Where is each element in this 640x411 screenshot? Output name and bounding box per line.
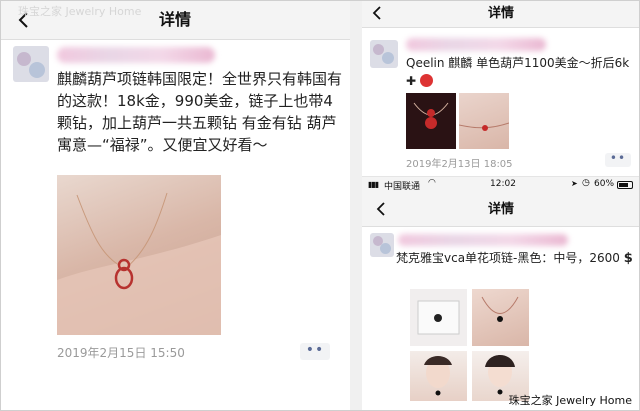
battery-percent: 60%: [594, 179, 615, 189]
post-thumbnail-3[interactable]: [410, 351, 467, 401]
user-name-blurred[interactable]: [398, 234, 568, 246]
status-time: 12:02: [490, 179, 516, 189]
location-icon: ➤: [571, 179, 578, 188]
post-photo[interactable]: [57, 175, 221, 335]
user-name-blurred[interactable]: [406, 38, 546, 51]
post-thumbnail-1[interactable]: [410, 289, 467, 346]
post-timestamp: 2019年2月15日 15:50: [57, 346, 185, 360]
avatar[interactable]: [370, 40, 398, 68]
right-bottom-post-panel: ▮▮▮ 中国联通 ◠ 12:02 ➤ ◷ 60% 详情 梵克雅宝vca单花项链-…: [362, 176, 640, 411]
dollar-icon: $: [623, 251, 633, 266]
post-thumbnail-2[interactable]: [459, 93, 509, 149]
jewelry-box-image: [417, 300, 460, 335]
necklace-hand-image: [57, 192, 221, 335]
alarm-icon: ◷: [582, 178, 590, 188]
user-name-blurred[interactable]: [57, 47, 215, 63]
post-text-body: Qeelin 麒麟 单色葫芦1100美金～折后6k: [406, 56, 630, 70]
bracelet-wrist-image: [459, 122, 509, 131]
more-actions-button[interactable]: ••: [300, 343, 330, 360]
more-actions-button[interactable]: ••: [605, 152, 631, 167]
avatar[interactable]: [13, 46, 49, 82]
phone-status-bar: ▮▮▮ 中国联通 ◠ 12:02 ➤ ◷ 60%: [362, 177, 640, 193]
post-thumbnail-2[interactable]: [472, 289, 529, 346]
watermark-top: 珠宝之家 Jewelry Home: [18, 5, 142, 18]
navigation-bar: 详情: [362, 0, 640, 28]
red-pendant-image: [413, 102, 449, 129]
plus-icon: ✚: [406, 74, 417, 88]
page-title: 详情: [487, 6, 514, 21]
wifi-icon: ◠: [428, 178, 436, 188]
left-post-panel: 详情 珠宝之家 Jewelry Home 麒麟葫芦项链韩国限定！全世界只有韩国有…: [0, 0, 350, 411]
battery-icon: [617, 181, 633, 189]
right-top-post-panel: 详情 Qeelin 麒麟 单色葫芦1100美金～折后6k ✚ 2019年2月13…: [362, 0, 640, 176]
post-thumbnail-1[interactable]: [406, 93, 456, 149]
watermark-bottom: 珠宝之家 Jewelry Home: [508, 394, 632, 407]
red-badge-icon: [419, 74, 433, 87]
post-text: 梵克雅宝vca单花项链-黑色：中号，2600 $: [396, 250, 636, 267]
page-title: 详情: [487, 202, 514, 217]
model-photo-image: [424, 356, 452, 396]
post-text-body: 梵克雅宝vca单花项链-黑色：中号，2600: [396, 251, 620, 265]
panel-divider: [350, 0, 362, 411]
post-text: Qeelin 麒麟 单色葫芦1100美金～折后6k ✚: [406, 54, 638, 90]
avatar[interactable]: [370, 233, 394, 257]
neck-pendant-image: [481, 296, 519, 322]
post-timestamp: 2019年2月13日 18:05: [406, 159, 513, 170]
signal-icon: ▮▮▮: [368, 180, 379, 189]
navigation-bar: 详情: [362, 193, 640, 227]
post-text: 麒麟葫芦项链韩国限定！全世界只有韩国有的这款！18k金，990美金，链子上也带4…: [57, 70, 343, 154]
carrier-name: 中国联通: [384, 182, 421, 192]
